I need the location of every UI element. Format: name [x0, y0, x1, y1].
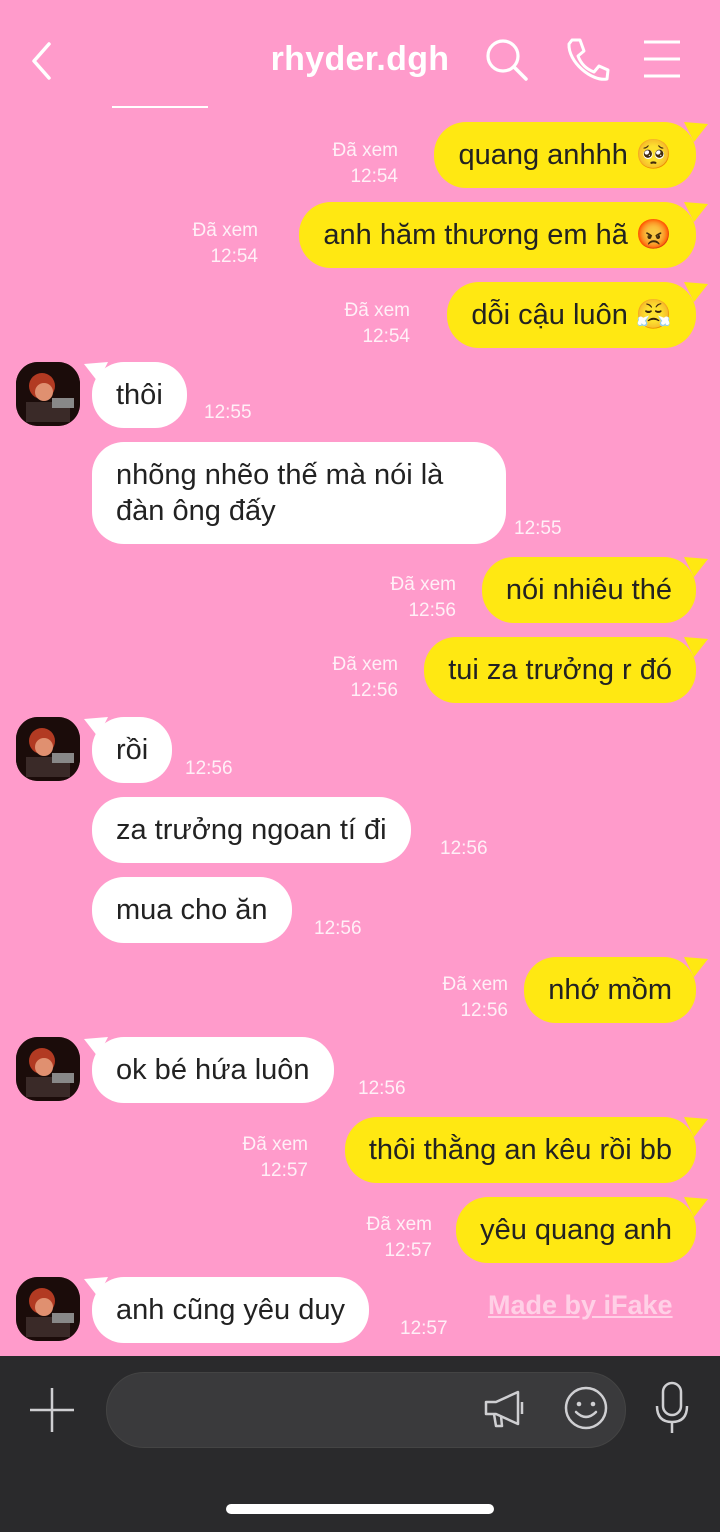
incoming-message[interactable]: rồi	[92, 717, 173, 783]
bubble-tail	[684, 202, 708, 222]
home-indicator[interactable]	[226, 1504, 494, 1514]
message-input[interactable]	[106, 1372, 626, 1448]
outgoing-message[interactable]: nói nhiêu thé	[481, 557, 696, 623]
bubble-tail	[684, 282, 708, 302]
message-time: 12:55	[204, 402, 252, 423]
message-time: 12:56	[440, 838, 488, 859]
outgoing-message[interactable]: yêu quang anh	[456, 1197, 696, 1263]
message-meta: Đã xem 12:57	[366, 1214, 432, 1261]
bubble-tail	[684, 637, 708, 657]
avatar-photo	[16, 1037, 80, 1101]
outgoing-message[interactable]: nhớ mồm	[524, 957, 696, 1023]
mic-icon[interactable]	[652, 1380, 692, 1436]
incoming-message[interactable]: anh cũng yêu duy	[92, 1277, 369, 1343]
incoming-message[interactable]: mua cho ăn	[92, 877, 292, 943]
avatar-photo	[16, 362, 80, 426]
message-meta: Đã xem 12:56	[442, 974, 508, 1021]
outgoing-message[interactable]: anh hăm thương em hã 😡	[299, 202, 696, 268]
avatar[interactable]	[16, 1037, 80, 1101]
outgoing-message[interactable]: quang anhhh 🥺	[434, 122, 696, 188]
avatar-photo	[16, 717, 80, 781]
message-time: 12:57	[400, 1318, 448, 1339]
plus-icon[interactable]	[26, 1384, 78, 1436]
avatar-photo	[16, 1277, 80, 1341]
bubble-tail	[684, 957, 708, 977]
message-time: 12:56	[314, 918, 362, 939]
message-list[interactable]: Đã xem 12:54 quang anhhh 🥺 Đã xem 12:54 an…	[0, 0, 720, 1356]
watermark: Made by iFake	[488, 1290, 673, 1320]
message-meta: Đã xem 12:54	[332, 140, 398, 187]
message-meta: Đã xem 12:56	[390, 574, 456, 621]
incoming-message[interactable]: nhõng nhẽo thế mà nói là đàn ông đấy	[92, 442, 506, 544]
outgoing-message[interactable]: thôi thằng an kêu rồi bb	[344, 1117, 696, 1183]
avatar[interactable]	[16, 717, 80, 781]
message-meta: Đã xem 12:57	[242, 1134, 308, 1181]
incoming-message[interactable]: za trưởng ngoan tí đi	[92, 797, 411, 863]
incoming-message[interactable]: thôi	[92, 362, 187, 428]
avatar[interactable]	[16, 1277, 80, 1341]
avatar[interactable]	[16, 362, 80, 426]
outgoing-message[interactable]: dỗi cậu luôn 😤	[447, 282, 696, 348]
bubble-tail	[684, 122, 708, 142]
outgoing-message[interactable]: tui za trưởng r đó	[424, 637, 696, 703]
message-time: 12:55	[514, 518, 562, 539]
message-time: 12:56	[358, 1078, 406, 1099]
message-meta: Đã xem 12:56	[332, 654, 398, 701]
emoji-icon[interactable]	[562, 1384, 610, 1432]
bubble-tail	[684, 1117, 708, 1137]
incoming-message[interactable]: ok bé hứa luôn	[92, 1037, 334, 1103]
message-meta: Đã xem 12:54	[192, 220, 258, 267]
bubble-tail	[684, 1197, 708, 1217]
message-time: 12:56	[185, 758, 233, 779]
bubble-tail	[684, 557, 708, 577]
message-meta: Đã xem 12:54	[344, 300, 410, 347]
megaphone-icon[interactable]	[482, 1386, 528, 1432]
